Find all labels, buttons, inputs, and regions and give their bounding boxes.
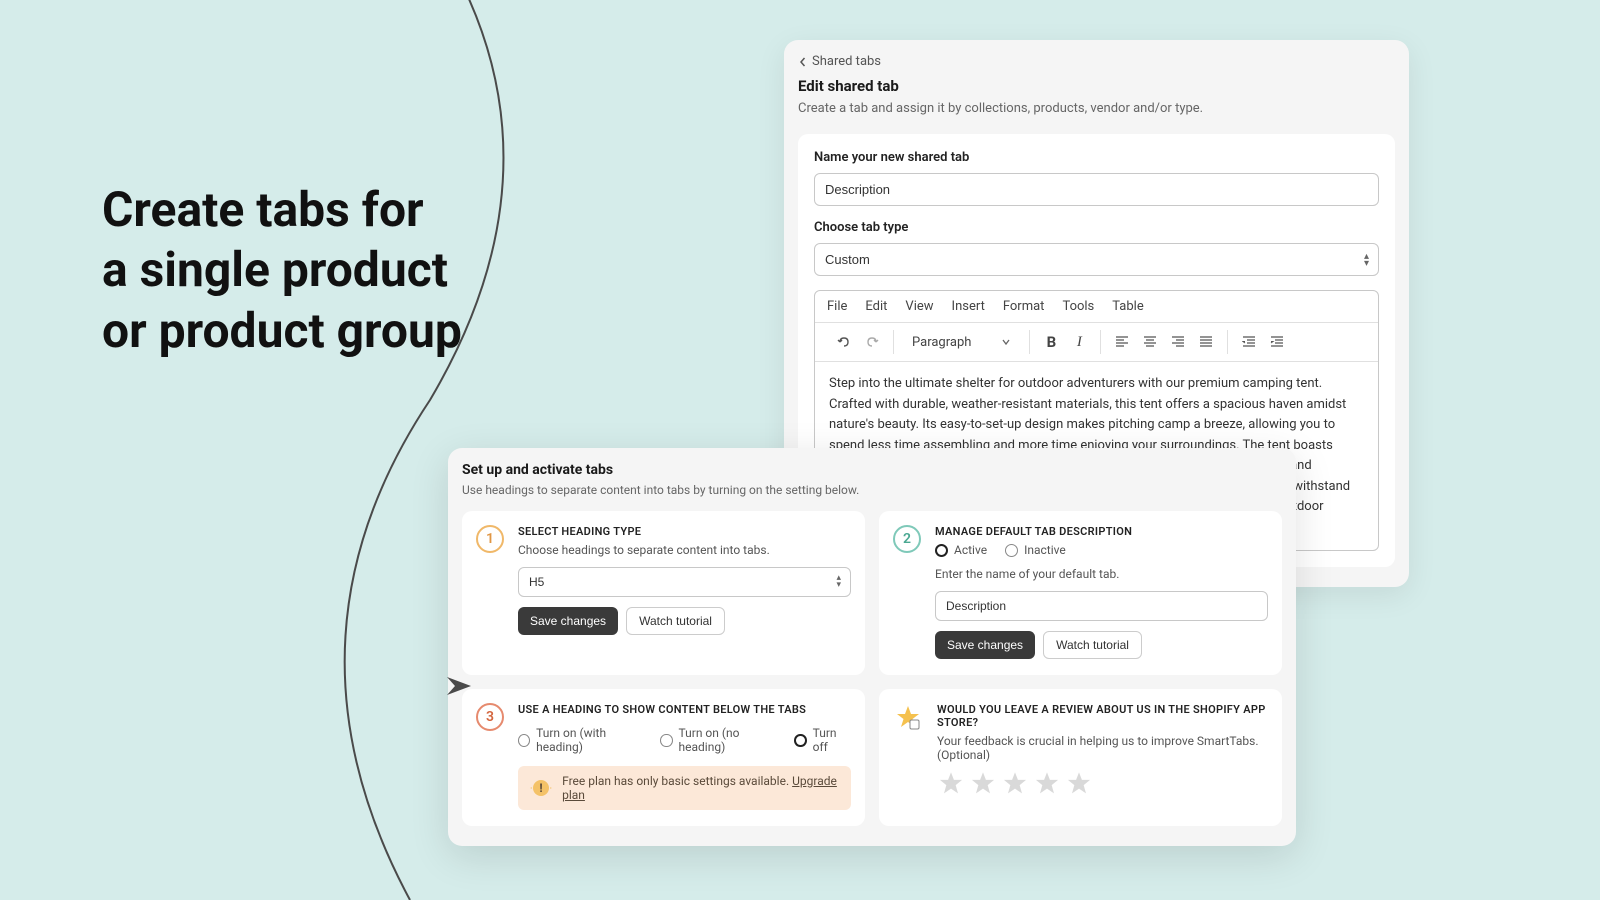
star-5[interactable] [1065, 770, 1093, 798]
headline: Create tabs for a single product or prod… [102, 180, 462, 361]
menu-file[interactable]: File [827, 299, 847, 314]
step-badge-2: 2 [893, 525, 921, 553]
back-link[interactable]: Shared tabs [798, 54, 1395, 69]
undo-button[interactable] [831, 329, 857, 355]
name-label: Name your new shared tab [814, 150, 1379, 165]
step-2-heading: MANAGE DEFAULT TAB DESCRIPTION [935, 525, 1268, 538]
setup-panel: Set up and activate tabs Use headings to… [448, 448, 1296, 846]
review-star-icon [893, 703, 923, 733]
step-badge-3: 3 [476, 703, 504, 731]
step-3-card: 3 USE A HEADING TO SHOW CONTENT BELOW TH… [462, 689, 865, 826]
menu-insert[interactable]: Insert [952, 299, 985, 314]
type-label: Choose tab type [814, 220, 1379, 235]
bold-button[interactable]: B [1038, 329, 1064, 355]
upgrade-notice: ! Free plan has only basic settings avai… [518, 766, 851, 810]
step-badge-1: 1 [476, 525, 504, 553]
select-caret-icon: ▴▾ [836, 575, 841, 589]
chevron-left-icon [798, 57, 808, 67]
indent-button[interactable] [1264, 329, 1290, 355]
tab-type-select[interactable]: ▴▾ [814, 243, 1379, 276]
alert-icon: ! [530, 776, 552, 800]
radio-turn-off[interactable]: Turn off [794, 726, 851, 754]
star-2[interactable] [969, 770, 997, 798]
watch-tutorial-button[interactable]: Watch tutorial [626, 607, 725, 635]
redo-button[interactable] [859, 329, 885, 355]
paragraph-select[interactable]: Paragraph [902, 331, 1021, 354]
star-4[interactable] [1033, 770, 1061, 798]
save-changes-button[interactable]: Save changes [518, 607, 618, 635]
step-2-card: 2 MANAGE DEFAULT TAB DESCRIPTION Active … [879, 511, 1282, 675]
setup-title: Set up and activate tabs [462, 462, 1282, 478]
heading-type-select[interactable]: ▴▾ [518, 567, 851, 597]
italic-button[interactable]: I [1066, 329, 1092, 355]
align-right-button[interactable] [1165, 329, 1191, 355]
default-tab-name-input[interactable] [935, 591, 1268, 621]
radio-turn-on-heading[interactable]: Turn on (with heading) [518, 726, 646, 754]
step-1-heading: SELECT HEADING TYPE [518, 525, 851, 538]
outdent-button[interactable] [1236, 329, 1262, 355]
radio-inactive[interactable]: Inactive [1005, 543, 1066, 557]
step-1-desc: Choose headings to separate content into… [518, 543, 851, 557]
panel-subtitle: Create a tab and assign it by collection… [798, 101, 1395, 116]
panel-title: Edit shared tab [798, 77, 1395, 95]
review-desc: Your feedback is crucial in helping us t… [937, 734, 1268, 762]
star-rating [937, 770, 1268, 798]
step-1-card: 1 SELECT HEADING TYPE Choose headings to… [462, 511, 865, 675]
menu-tools[interactable]: Tools [1062, 299, 1094, 314]
menu-table[interactable]: Table [1112, 299, 1143, 314]
watch-tutorial-button[interactable]: Watch tutorial [1043, 631, 1142, 659]
star-1[interactable] [937, 770, 965, 798]
setup-subtitle: Use headings to separate content into ta… [462, 483, 1282, 497]
radio-active[interactable]: Active [935, 543, 987, 557]
step-3-heading: USE A HEADING TO SHOW CONTENT BELOW THE … [518, 703, 851, 716]
svg-text:!: ! [539, 781, 542, 795]
menu-view[interactable]: View [905, 299, 933, 314]
save-changes-button[interactable]: Save changes [935, 631, 1035, 659]
align-left-button[interactable] [1109, 329, 1135, 355]
select-caret-icon: ▴▾ [1364, 253, 1369, 267]
editor-menubar: File Edit View Insert Format Tools Table [815, 291, 1378, 323]
step-2-desc: Enter the name of your default tab. [935, 567, 1268, 581]
radio-turn-on-no-heading[interactable]: Turn on (no heading) [660, 726, 780, 754]
align-justify-button[interactable] [1193, 329, 1219, 355]
chevron-down-icon [1001, 337, 1011, 347]
review-card: WOULD YOU LEAVE A REVIEW ABOUT US IN THE… [879, 689, 1282, 826]
align-center-button[interactable] [1137, 329, 1163, 355]
arrow-icon [445, 675, 475, 697]
menu-edit[interactable]: Edit [865, 299, 887, 314]
tab-name-input[interactable] [814, 173, 1379, 206]
editor-toolbar: Paragraph B I [815, 323, 1378, 362]
review-heading: WOULD YOU LEAVE A REVIEW ABOUT US IN THE… [937, 703, 1268, 729]
menu-format[interactable]: Format [1003, 299, 1045, 314]
star-3[interactable] [1001, 770, 1029, 798]
